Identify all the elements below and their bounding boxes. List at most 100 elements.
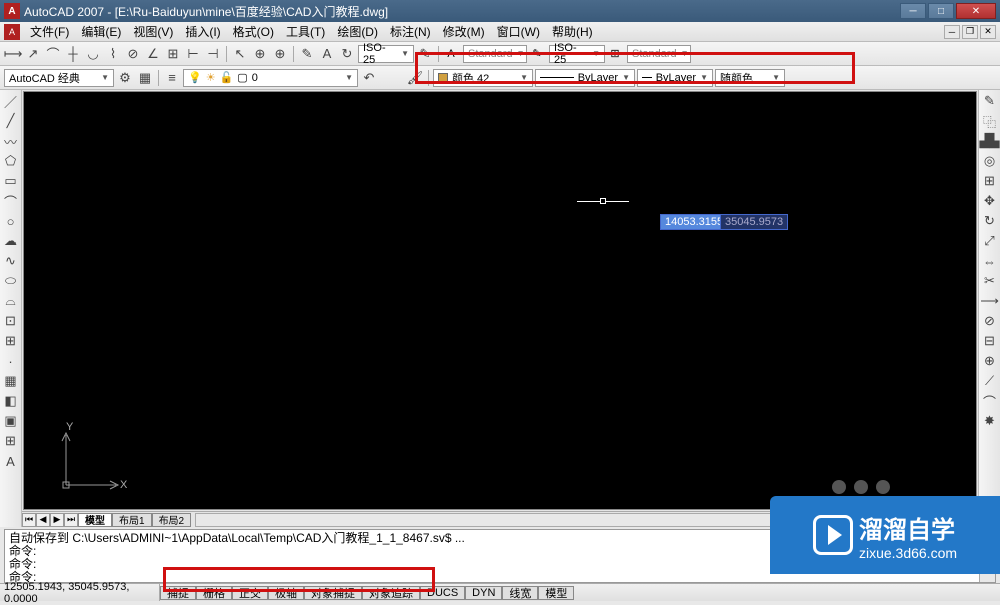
line-icon[interactable]: ／ <box>2 92 20 110</box>
linetype-dropdown[interactable]: ByLayer ▼ <box>535 69 635 87</box>
circle-icon[interactable]: ○ <box>2 212 20 230</box>
menu-modify[interactable]: 修改(M) <box>437 23 491 40</box>
copy-icon[interactable]: ⿻ <box>981 112 999 130</box>
status-ducs[interactable]: DUCS <box>420 586 465 600</box>
dim-aligned-icon[interactable]: ↗ <box>24 45 42 63</box>
status-grid[interactable]: 栅格 <box>196 586 232 600</box>
array-icon[interactable]: ⊞ <box>981 172 999 190</box>
center-mark-icon[interactable]: ⊕ <box>271 45 289 63</box>
tab-last[interactable]: ⏭ <box>64 513 78 527</box>
menu-edit[interactable]: 编辑(E) <box>75 23 127 40</box>
extend-icon[interactable]: ⟶ <box>981 292 999 310</box>
erase-icon[interactable]: ✎ <box>981 92 999 110</box>
dim-baseline-icon[interactable]: ⊢ <box>184 45 202 63</box>
join-icon[interactable]: ⊕ <box>981 352 999 370</box>
match-properties-icon[interactable]: 🖌 <box>406 69 424 87</box>
layer-mgr-icon[interactable]: ≡ <box>163 69 181 87</box>
dim-jog-icon[interactable]: ⌇ <box>104 45 122 63</box>
status-snap[interactable]: 捕捉 <box>160 586 196 600</box>
status-dyn[interactable]: DYN <box>465 586 502 600</box>
maximize-button[interactable]: □ <box>928 3 954 19</box>
break-icon[interactable]: ⊟ <box>981 332 999 350</box>
chamfer-icon[interactable]: ⟋ <box>981 372 999 390</box>
color-dropdown[interactable]: 颜色 42 ▼ <box>433 69 533 87</box>
status-osnap[interactable]: 对象捕捉 <box>304 586 362 600</box>
status-otrack[interactable]: 对象追踪 <box>362 586 420 600</box>
status-polar[interactable]: 极轴 <box>268 586 304 600</box>
polygon-icon[interactable]: ⬠ <box>2 152 20 170</box>
dim-quick-icon[interactable]: ⊞ <box>164 45 182 63</box>
ellipse-arc-icon[interactable]: ⌓ <box>2 292 20 310</box>
tolerance-icon[interactable]: ⊕ <box>251 45 269 63</box>
insert-block-icon[interactable]: ⊡ <box>2 312 20 330</box>
tab-prev[interactable]: ◀ <box>36 513 50 527</box>
ellipse-icon[interactable]: ⬭ <box>2 272 20 290</box>
hatch-icon[interactable]: ▦ <box>2 372 20 390</box>
tab-first[interactable]: ⏮ <box>22 513 36 527</box>
dim-update-icon[interactable]: ↻ <box>338 45 356 63</box>
status-model[interactable]: 模型 <box>538 586 574 600</box>
arc-icon[interactable]: ⌒ <box>2 192 20 210</box>
drawing-canvas[interactable]: 14053.3155 35045.9573 Y X <box>23 91 977 510</box>
text-style-dropdown[interactable]: Standard▼ <box>463 45 527 63</box>
text-style-icon[interactable]: A <box>443 46 459 62</box>
explode-icon[interactable]: ✸ <box>981 412 999 430</box>
scale-icon[interactable]: ⤢ <box>981 232 999 250</box>
dim-angular-icon[interactable]: ∠ <box>144 45 162 63</box>
menu-draw[interactable]: 绘图(D) <box>331 23 384 40</box>
revcloud-icon[interactable]: ☁ <box>2 232 20 250</box>
coordinate-display[interactable]: 12505.1943, 35045.9573, 0.0000 <box>0 584 160 601</box>
menu-dim[interactable]: 标注(N) <box>384 23 437 40</box>
menu-file[interactable]: 文件(F) <box>24 23 75 40</box>
menu-format[interactable]: 格式(O) <box>227 23 280 40</box>
dim-arc-icon[interactable]: ⌒ <box>44 45 62 63</box>
status-ortho[interactable]: 正交 <box>232 586 268 600</box>
layer-dropdown[interactable]: 💡 ☀ 🔓 ▢ 0 ▼ <box>183 69 358 87</box>
stretch-icon[interactable]: ⇔ <box>981 252 999 270</box>
close-button[interactable]: ✕ <box>956 3 996 19</box>
dim-style-dropdown[interactable]: ISO-25▼ <box>358 45 414 63</box>
pline-icon[interactable]: 〰 <box>2 132 20 150</box>
dim-continue-icon[interactable]: ⊣ <box>204 45 222 63</box>
xline-icon[interactable]: ╱ <box>2 112 20 130</box>
move-icon[interactable]: ✥ <box>981 192 999 210</box>
table-style-dropdown[interactable]: Standard▼ <box>627 45 691 63</box>
offset-icon[interactable]: ◎ <box>981 152 999 170</box>
menu-insert[interactable]: 插入(I) <box>179 23 226 40</box>
tab-layout1[interactable]: 布局1 <box>112 513 152 527</box>
menu-window[interactable]: 窗口(W) <box>491 23 546 40</box>
mdi-restore[interactable]: ❐ <box>962 25 978 39</box>
menu-view[interactable]: 视图(V) <box>127 23 179 40</box>
mtext-icon[interactable]: A <box>2 452 20 470</box>
dim-edit-icon[interactable]: ✎ <box>298 45 316 63</box>
dynamic-input-x[interactable]: 14053.3155 <box>660 214 728 230</box>
spline-icon[interactable]: ∿ <box>2 252 20 270</box>
menu-tools[interactable]: 工具(T) <box>280 23 331 40</box>
dim-radius-icon[interactable]: ◡ <box>84 45 102 63</box>
workspace-dropdown[interactable]: AutoCAD 经典▼ <box>4 69 114 87</box>
tab-model[interactable]: 模型 <box>78 513 112 527</box>
layer-prev-icon[interactable]: ↶ <box>360 69 378 87</box>
status-lwt[interactable]: 线宽 <box>502 586 538 600</box>
lineweight-dropdown[interactable]: ByLayer ▼ <box>637 69 713 87</box>
table-icon[interactable]: ⊞ <box>2 432 20 450</box>
dim-diameter-icon[interactable]: ⊘ <box>124 45 142 63</box>
dim-style2-dropdown[interactable]: ISO-25▼ <box>549 45 605 63</box>
table-style-icon[interactable]: ⊞ <box>607 46 623 62</box>
dim-leader-icon[interactable]: ↖ <box>231 45 249 63</box>
tab-next[interactable]: ▶ <box>50 513 64 527</box>
make-block-icon[interactable]: ⊞ <box>2 332 20 350</box>
dim-linear-icon[interactable]: ⟼ <box>4 45 22 63</box>
rectangle-icon[interactable]: ▭ <box>2 172 20 190</box>
rotate-icon[interactable]: ↻ <box>981 212 999 230</box>
plotstyle-dropdown[interactable]: 随颜色 ▼ <box>715 69 785 87</box>
toolpalettes-icon[interactable]: ▦ <box>136 69 154 87</box>
menu-help[interactable]: 帮助(H) <box>546 23 599 40</box>
point-icon[interactable]: · <box>2 352 20 370</box>
gradient-icon[interactable]: ◧ <box>2 392 20 410</box>
dim-style2-icon[interactable]: ✎ <box>529 46 545 62</box>
trim-icon[interactable]: ✂ <box>981 272 999 290</box>
dim-ordinate-icon[interactable]: ┼ <box>64 45 82 63</box>
tab-layout2[interactable]: 布局2 <box>152 513 192 527</box>
break-point-icon[interactable]: ⊘ <box>981 312 999 330</box>
